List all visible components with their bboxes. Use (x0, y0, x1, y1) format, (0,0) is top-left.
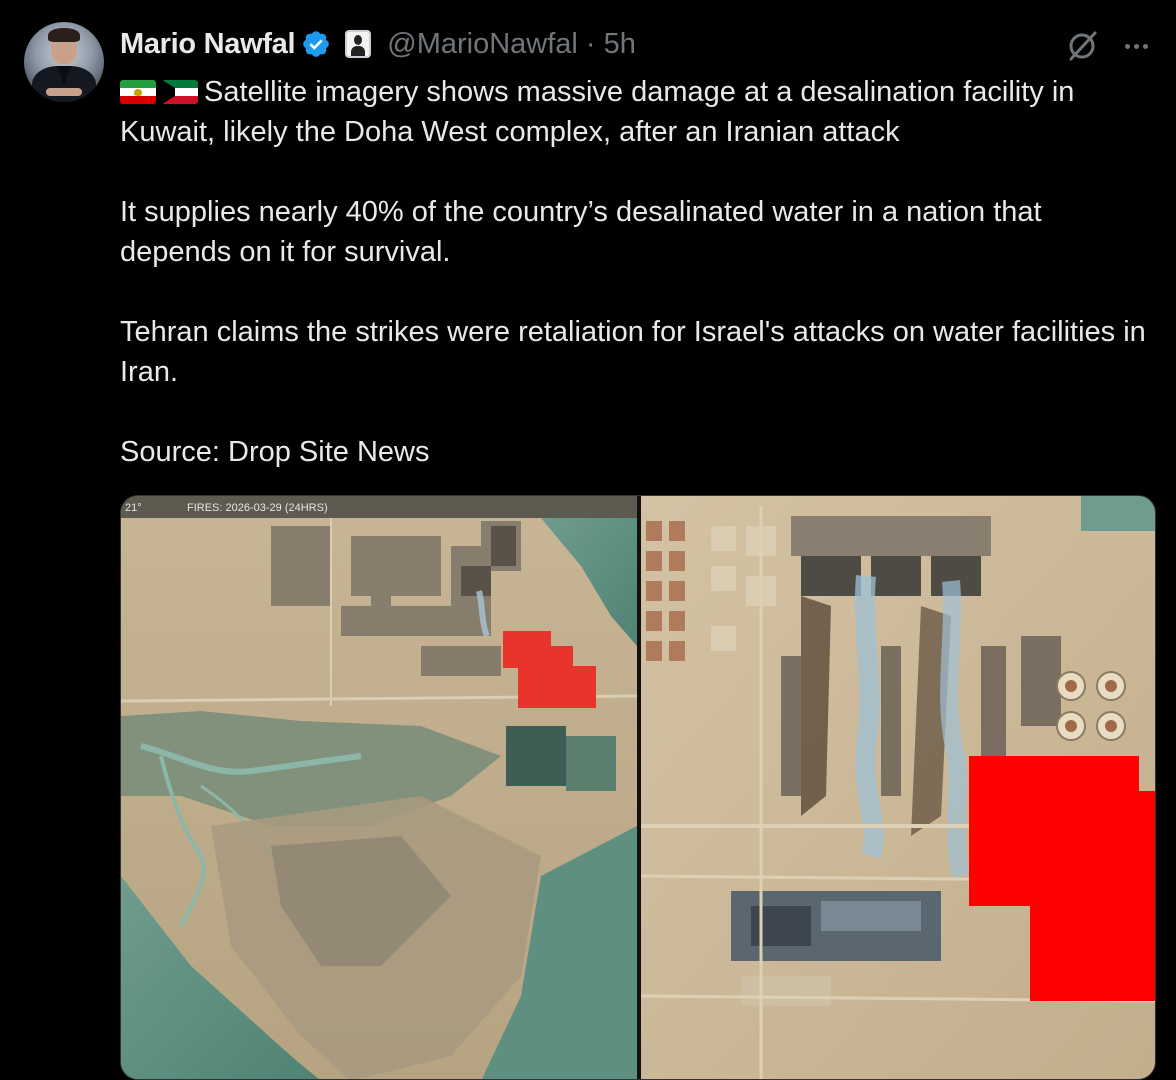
grok-icon[interactable] (1064, 28, 1100, 64)
tweet-text-p2: It supplies nearly 40% of the country’s … (120, 196, 1042, 268)
author-handle[interactable]: @MarioNawfal (387, 28, 578, 61)
more-dot (1124, 43, 1130, 49)
right-satellite-image (641, 496, 1155, 1079)
kuwait-flag-icon (162, 80, 198, 104)
iran-flag-icon (120, 80, 156, 104)
more-options-icon[interactable] (1118, 28, 1154, 64)
tweet-text-p3: Tehran claims the strikes were retaliati… (120, 316, 1146, 388)
left-image-caption: FIRES: 2026-03-29 (24HRS) (187, 502, 328, 514)
tweet-media[interactable]: 21° FIRES: 2026-03-29 (24HRS) (120, 495, 1156, 1080)
satellite-images: 21° FIRES: 2026-03-29 (24HRS) (121, 496, 1155, 1079)
affiliate-badge-icon[interactable] (345, 30, 372, 58)
verified-badge-icon[interactable] (301, 29, 331, 59)
tweet-paragraph: Satellite imagery shows massive damage a… (120, 72, 1150, 152)
more-dot (1133, 43, 1139, 49)
avatar-hands (46, 88, 82, 96)
affiliate-head (354, 35, 363, 45)
tweet-header: Mario Nawfal @MarioNawfal · 5h (120, 24, 636, 64)
tweet-timestamp[interactable]: 5h (604, 28, 636, 61)
tweet-text-p1: Satellite imagery shows massive damage a… (120, 76, 1075, 148)
left-satellite-image: 21° FIRES: 2026-03-29 (24HRS) (121, 496, 637, 1079)
affiliate-body (351, 46, 366, 56)
tweet-text-p4: Source: Drop Site News (120, 436, 430, 468)
left-image-caption-fragment: 21° (125, 502, 142, 514)
separator-dot: · (585, 27, 596, 60)
tweet-text: Satellite imagery shows massive damage a… (120, 72, 1150, 472)
author-name[interactable]: Mario Nawfal (120, 28, 296, 61)
tweet[interactable]: Mario Nawfal @MarioNawfal · 5h Satellite… (0, 0, 1176, 1080)
more-dot (1142, 43, 1148, 49)
author-avatar[interactable] (24, 22, 104, 102)
avatar-hair (48, 28, 80, 42)
